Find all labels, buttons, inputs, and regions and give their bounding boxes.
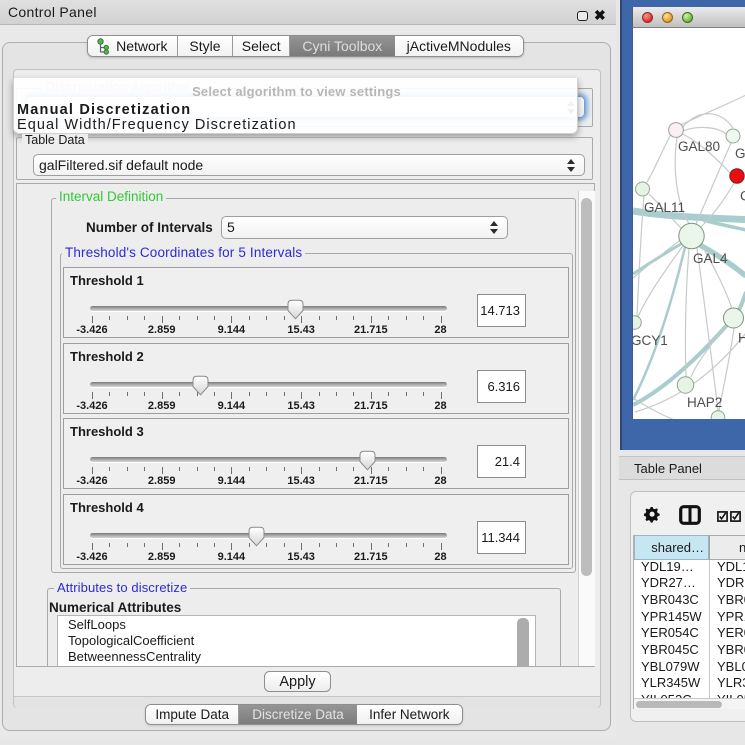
svg-text:GCY1: GCY1 (633, 333, 668, 348)
svg-text:C: C (740, 189, 745, 204)
svg-text:HAP2: HAP2 (687, 395, 722, 410)
svg-text:H: H (738, 331, 745, 346)
svg-text:GA: GA (735, 146, 745, 161)
svg-text:GAL4: GAL4 (693, 251, 728, 266)
svg-text:GAL11: GAL11 (644, 200, 685, 215)
svg-text:GAL80: GAL80 (678, 139, 720, 154)
